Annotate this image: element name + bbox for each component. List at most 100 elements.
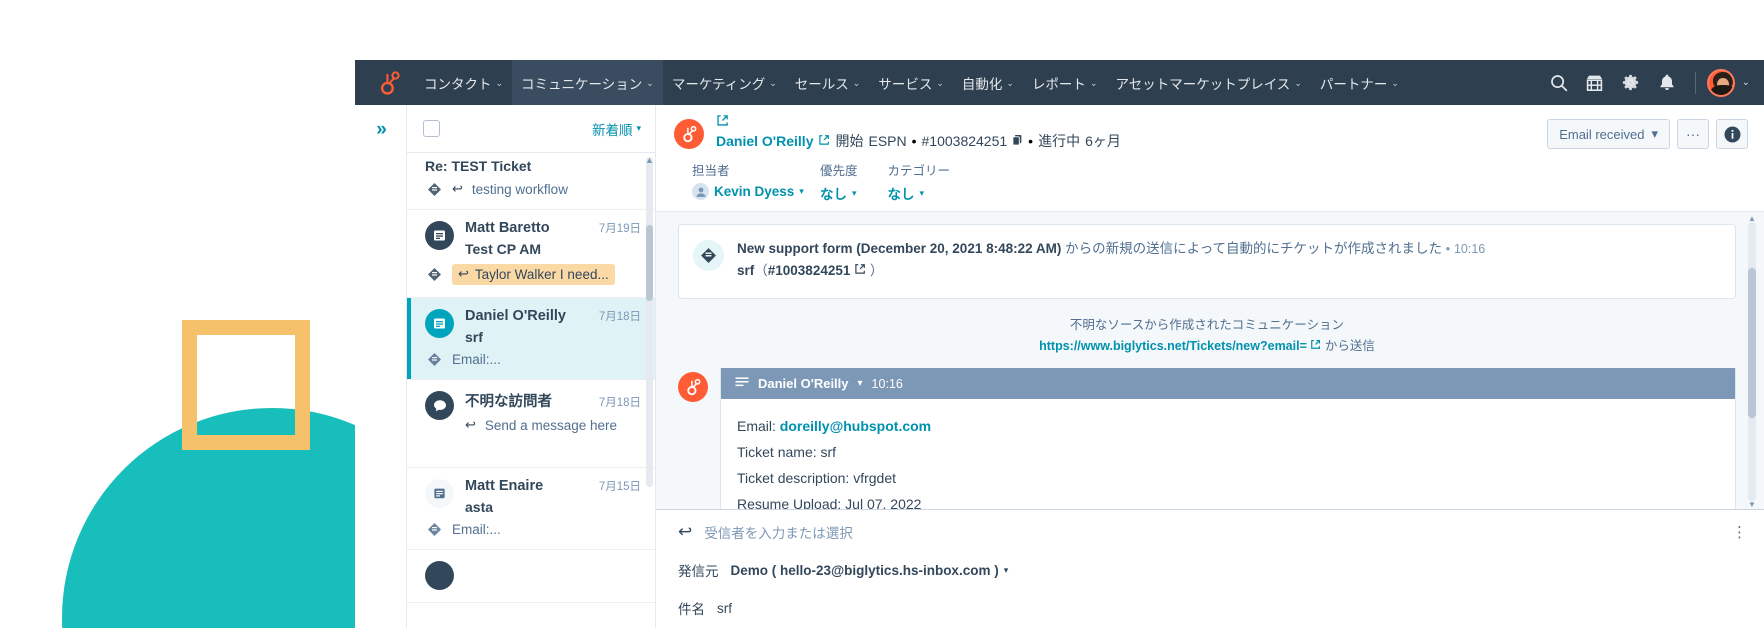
system-message-text: New support form (December 20, 2021 8:48…: [737, 238, 1485, 282]
nav-item-service[interactable]: サービス ⌄: [869, 60, 953, 105]
property-value-dropdown[interactable]: なし ▾: [820, 183, 858, 203]
scroll-down-arrow-icon[interactable]: ▼: [1748, 500, 1756, 509]
search-icon[interactable]: [1542, 60, 1576, 105]
property-value-dropdown[interactable]: なし ▾: [888, 183, 951, 203]
nav-item-automation[interactable]: 自動化 ⌄: [953, 60, 1023, 105]
email-sender: Daniel O'Reilly: [758, 376, 849, 391]
more-actions-button[interactable]: ···: [1677, 119, 1709, 149]
copy-icon[interactable]: [1012, 133, 1023, 149]
list-item-preview: Email:...: [452, 352, 501, 367]
system-message-body: からの新規の送信によって自動的にチケットが作成されました: [1061, 241, 1443, 256]
scroll-up-arrow-icon[interactable]: ▲: [645, 155, 654, 165]
hubspot-sprocket-avatar-icon: [678, 372, 708, 402]
scroll-up-arrow-icon[interactable]: ▲: [1748, 214, 1756, 223]
thread-scrollbar-thumb[interactable]: [1748, 268, 1756, 418]
category-value: なし: [887, 187, 915, 202]
settings-gear-icon[interactable]: [1614, 60, 1648, 105]
list-item-preview: Taylor Walker I need...: [474, 266, 609, 282]
list-item[interactable]: Re: TEST Ticket ↩ testing workflow: [407, 158, 655, 210]
status-dropdown-button[interactable]: Email received ▾: [1547, 119, 1670, 149]
property-label: カテゴリー: [887, 164, 951, 178]
list-item-subject: srf: [465, 329, 483, 345]
form-name-link[interactable]: New support form (December 20, 2021 8:48…: [737, 241, 1061, 256]
composer-more-menu-icon[interactable]: ⋮: [1732, 523, 1748, 541]
subject-value[interactable]: srf: [717, 601, 732, 616]
nav-item-sales[interactable]: セールス ⌄: [786, 60, 870, 105]
nav-item-contacts[interactable]: コンタクト ⌄: [415, 60, 512, 105]
chat-bubble-icon: [425, 561, 454, 590]
chevron-down-icon: ⌄: [646, 78, 654, 88]
list-item[interactable]: 不明な訪問者 7月18日 ↩ Send a message here: [407, 380, 655, 468]
list-item-selected[interactable]: Daniel O'Reilly 7月18日 srf Email:...: [407, 298, 655, 380]
paren-close: ）: [869, 263, 884, 278]
message-thread[interactable]: New support form (December 20, 2021 8:48…: [656, 212, 1764, 509]
ticket-id-link[interactable]: #1003824251: [768, 263, 851, 278]
nav-item-label: サービス: [878, 76, 933, 92]
conversation-status: 進行中: [1038, 133, 1081, 149]
conversation-list-scroll[interactable]: Re: TEST Ticket ↩ testing workflow Matt …: [407, 153, 655, 628]
chevron-down-icon: ⌄: [1089, 78, 1098, 88]
recipient-input-placeholder[interactable]: 受信者を入力または選択: [704, 522, 853, 542]
chevron-down-icon: ⌄: [936, 78, 944, 88]
system-separator: •: [1445, 242, 1451, 256]
hubspot-sprocket-logo-icon[interactable]: [369, 70, 409, 96]
nav-item-marketing[interactable]: マーケティング ⌄: [663, 60, 786, 105]
reply-arrow-icon: ↩: [465, 417, 476, 432]
list-item[interactable]: Matt Enaire 7月15日 asta Email:...: [407, 468, 655, 550]
property-assignee: 担当者 Kevin Dyess ▾: [692, 160, 810, 203]
nav-item-conversations[interactable]: コミュニケーション ⌄: [512, 60, 663, 105]
conversation-contact-name[interactable]: Daniel O'Reilly: [716, 133, 813, 149]
nav-item-reports[interactable]: レポート ⌄: [1023, 60, 1107, 105]
reply-arrow-icon[interactable]: ↩: [678, 522, 692, 542]
property-value-dropdown[interactable]: Kevin Dyess ▾: [692, 183, 810, 200]
thread-scrollbar[interactable]: ▲ ▼: [1748, 214, 1756, 509]
open-record-external-link-icon[interactable]: [716, 114, 1547, 130]
contact-external-link-icon[interactable]: [818, 133, 830, 149]
sort-dropdown[interactable]: 新着順 ▾: [592, 119, 641, 139]
external-link-icon[interactable]: [1310, 339, 1324, 353]
list-item-name: 不明な訪問者: [465, 394, 552, 410]
list-item[interactable]: Matt Baretto 7月19日 Test CP AM ↩ Taylor W…: [407, 210, 655, 298]
list-item-name: Matt Baretto: [465, 220, 550, 236]
avatar[interactable]: [1706, 68, 1735, 97]
list-scrollbar-thumb[interactable]: [646, 225, 653, 301]
composer-to-row[interactable]: ↩ 受信者を入力または選択 ⋮: [656, 510, 1764, 552]
list-item-name: Matt Enaire: [465, 478, 544, 494]
nav-item-label: セールス: [794, 76, 849, 92]
chat-bubble-icon: [425, 391, 454, 420]
email-list-icon: [735, 376, 749, 391]
paren-open: （: [754, 263, 768, 278]
ellipsis-icon: ···: [1686, 126, 1700, 142]
form-submission-icon: [425, 352, 443, 367]
list-item-name: Daniel O'Reilly: [465, 308, 566, 324]
select-all-checkbox[interactable]: [423, 120, 440, 137]
priority-value: なし: [820, 187, 847, 202]
chevron-down-icon: ⌄: [769, 78, 777, 88]
reply-composer: ↩ 受信者を入力または選択 ⋮ 発信元 Demo ( hello-23@bigl…: [656, 509, 1764, 628]
email-address-link[interactable]: doreilly@hubspot.com: [780, 418, 931, 434]
conversation-ticket-id: #1003824251: [921, 133, 1008, 149]
marketplace-icon[interactable]: [1578, 60, 1612, 105]
nav-item-asset-marketplace[interactable]: アセットマーケットプレイス ⌄: [1106, 60, 1310, 105]
screenshot-root: コンタクト ⌄ コミュニケーション ⌄ マーケティング ⌄ セールス ⌄ サービ…: [0, 0, 1764, 628]
from-value-dropdown[interactable]: Demo ( hello-23@biglytics.hs-inbox.com )…: [731, 563, 1009, 578]
email-header-bar[interactable]: Daniel O'Reilly ▾ 10:16: [721, 368, 1735, 399]
email-line: Ticket description: vfrgdet: [737, 470, 896, 486]
property-category: カテゴリー なし ▾: [888, 160, 951, 203]
conversation-meta-source: ESPN: [868, 133, 907, 149]
account-menu[interactable]: ⌄: [1706, 68, 1750, 97]
list-item-preview-highlighted: ↩ Taylor Walker I need...: [452, 264, 615, 285]
list-scrollbar[interactable]: ▲: [645, 155, 654, 487]
form-submission-icon: [425, 522, 443, 537]
expand-sidebar-icon[interactable]: »: [376, 119, 386, 628]
nav-item-label: コミュニケーション: [521, 76, 643, 92]
source-note-link[interactable]: https://www.biglytics.net/Tickets/new?em…: [1039, 339, 1307, 353]
external-link-icon[interactable]: [854, 263, 870, 278]
chevron-down-icon[interactable]: ▾: [858, 378, 863, 389]
list-item[interactable]: [407, 550, 655, 603]
list-item-date: 7月19日: [598, 223, 641, 235]
sort-label: 新着順: [591, 122, 633, 138]
details-info-button[interactable]: [1716, 119, 1748, 149]
notifications-bell-icon[interactable]: [1650, 60, 1684, 105]
nav-item-partner[interactable]: パートナー ⌄: [1311, 60, 1408, 105]
